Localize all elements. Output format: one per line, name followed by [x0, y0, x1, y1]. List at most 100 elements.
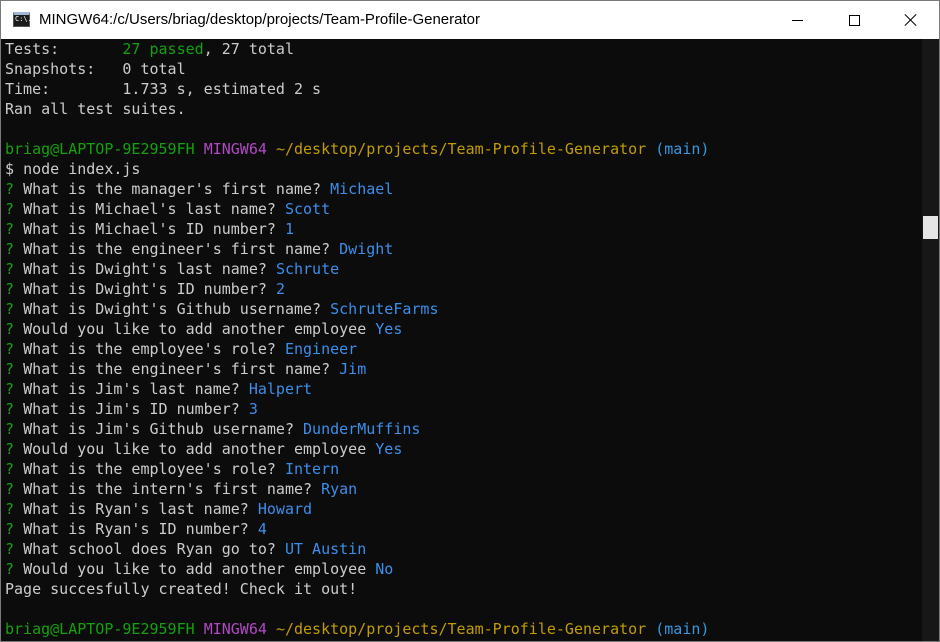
- prompt-branch: (main): [655, 620, 710, 638]
- question-line: ? What is Jim's last name? Halpert: [5, 379, 922, 399]
- answer-text: Schrute: [275, 260, 340, 278]
- question-mark-icon: ?: [5, 280, 15, 298]
- answer-text: Halpert: [248, 380, 313, 398]
- terminal-app-icon[interactable]: C:\.: [13, 12, 32, 27]
- window-title: MINGW64:/c/Users/briag/desktop/projects/…: [39, 11, 480, 28]
- prompt-shell: MINGW64: [203, 620, 267, 638]
- question-mark-icon: ?: [5, 540, 15, 558]
- question-line: ? What is the intern's first name? Ryan: [5, 479, 922, 499]
- question-text: Would you like to add another employee: [23, 440, 367, 458]
- question-text: Would you like to add another employee: [23, 560, 367, 578]
- close-icon: [904, 13, 918, 27]
- minimize-button[interactable]: [774, 1, 820, 39]
- prompt-shell: MINGW64: [203, 140, 267, 158]
- answer-text: Michael: [330, 180, 394, 198]
- question-line: ? What is Dwight's ID number? 2: [5, 279, 922, 299]
- answer-text: 2: [275, 280, 285, 298]
- question-mark-icon: ?: [5, 260, 15, 278]
- question-line: ? What is the engineer's first name? Dwi…: [5, 239, 922, 259]
- question-text: What is Ryan's last name?: [23, 500, 249, 518]
- test-summary-tests: Tests: 27 passed, 27 total: [5, 39, 922, 59]
- question-text: What is Ryan's ID number?: [23, 520, 249, 538]
- question-line: ? What is the employee's role? Engineer: [5, 339, 922, 359]
- shell-prompt: briag@LAPTOP-9E2959FH MINGW64 ~/desktop/…: [5, 139, 922, 159]
- answer-text: 4: [257, 520, 267, 538]
- maximize-icon: [848, 14, 860, 26]
- question-line: ? What is Dwight's last name? Schrute: [5, 259, 922, 279]
- answer-text: Yes: [375, 440, 403, 458]
- question-mark-icon: ?: [5, 300, 15, 318]
- question-mark-icon: ?: [5, 500, 15, 518]
- answer-text: No: [375, 560, 394, 578]
- summary-value: 1.733 s, estimated 2 s: [122, 80, 322, 98]
- question-mark-icon: ?: [5, 360, 15, 378]
- answer-text: UT Austin: [284, 540, 367, 558]
- answer-text: Intern: [284, 460, 340, 478]
- question-text: What is the employee's role?: [23, 460, 276, 478]
- question-mark-icon: ?: [5, 200, 15, 218]
- minimize-icon: [791, 19, 803, 21]
- question-mark-icon: ?: [5, 380, 15, 398]
- summary-value: , 27 total: [203, 40, 294, 58]
- prompt-path: ~/desktop/projects/Team-Profile-Generato…: [275, 620, 647, 638]
- question-line: ? What is Michael's last name? Scott: [5, 199, 922, 219]
- answer-text: Howard: [257, 500, 313, 518]
- question-mark-icon: ?: [5, 420, 15, 438]
- question-text: What school does Ryan go to?: [23, 540, 276, 558]
- question-line: ? What school does Ryan go to? UT Austin: [5, 539, 922, 559]
- prompt-user-host: briag@LAPTOP-9E2959FH: [5, 140, 195, 158]
- summary-value: 0 total: [122, 60, 186, 78]
- question-text: What is Dwight's ID number?: [23, 280, 267, 298]
- prompt-user-host: briag@LAPTOP-9E2959FH: [5, 620, 195, 638]
- question-mark-icon: ?: [5, 520, 15, 538]
- scrollbar-thumb[interactable]: [923, 216, 938, 239]
- question-line: ? What is Jim's Github username? DunderM…: [5, 419, 922, 439]
- title-bar[interactable]: C:\. MINGW64:/c/Users/briag/desktop/proj…: [1, 1, 939, 39]
- summary-label: Tests:: [5, 40, 123, 58]
- answer-text: Jim: [339, 360, 367, 378]
- question-line: ? What is Michael's ID number? 1: [5, 219, 922, 239]
- question-text: What is Michael's ID number?: [23, 220, 276, 238]
- question-line: ? What is Ryan's ID number? 4: [5, 519, 922, 539]
- summary-passed-count: 27 passed: [122, 40, 204, 58]
- question-line: ? What is the engineer's first name? Jim: [5, 359, 922, 379]
- maximize-button[interactable]: [831, 1, 877, 39]
- answer-text: Dwight: [339, 240, 394, 258]
- question-text: What is Dwight's last name?: [23, 260, 267, 278]
- terminal-window: C:\. MINGW64:/c/Users/briag/desktop/proj…: [0, 0, 940, 642]
- question-text: Would you like to add another employee: [23, 320, 367, 338]
- question-line: ? Would you like to add another employee…: [5, 559, 922, 579]
- answer-text: Engineer: [284, 340, 358, 358]
- question-text: What is Jim's ID number?: [23, 400, 240, 418]
- question-mark-icon: ?: [5, 400, 15, 418]
- question-mark-icon: ?: [5, 460, 15, 478]
- answer-text: 3: [248, 400, 258, 418]
- summary-label: Time:: [5, 80, 123, 98]
- prompt-path: ~/desktop/projects/Team-Profile-Generato…: [275, 140, 647, 158]
- question-text: What is Michael's last name?: [23, 200, 276, 218]
- question-text: What is Dwight's Github username?: [23, 300, 322, 318]
- answer-text: Yes: [375, 320, 403, 338]
- question-line: ? What is Ryan's last name? Howard: [5, 499, 922, 519]
- question-text: What is the intern's first name?: [23, 480, 313, 498]
- terminal-output[interactable]: Tests: 27 passed, 27 total Snapshots: 0 …: [1, 39, 922, 641]
- question-line: ? What is the employee's role? Intern: [5, 459, 922, 479]
- question-line: ? Would you like to add another employee…: [5, 439, 922, 459]
- vertical-scrollbar[interactable]: [922, 39, 939, 641]
- question-line: ? What is the manager's first name? Mich…: [5, 179, 922, 199]
- test-summary-snapshots: Snapshots: 0 total: [5, 59, 922, 79]
- answer-text: 1: [284, 220, 294, 238]
- question-text: What is the engineer's first name?: [23, 240, 331, 258]
- question-text: What is the engineer's first name?: [23, 360, 331, 378]
- test-summary-time: Time: 1.733 s, estimated 2 s: [5, 79, 922, 99]
- prompt-dollar: $: [5, 160, 15, 178]
- question-mark-icon: ?: [5, 320, 15, 338]
- question-list: ? What is the manager's first name? Mich…: [5, 179, 922, 579]
- result-line: Page succesfully created! Check it out!: [5, 580, 358, 598]
- close-button[interactable]: [888, 1, 934, 39]
- question-mark-icon: ?: [5, 220, 15, 238]
- answer-text: SchruteFarms: [330, 300, 439, 318]
- question-text: What is the employee's role?: [23, 340, 276, 358]
